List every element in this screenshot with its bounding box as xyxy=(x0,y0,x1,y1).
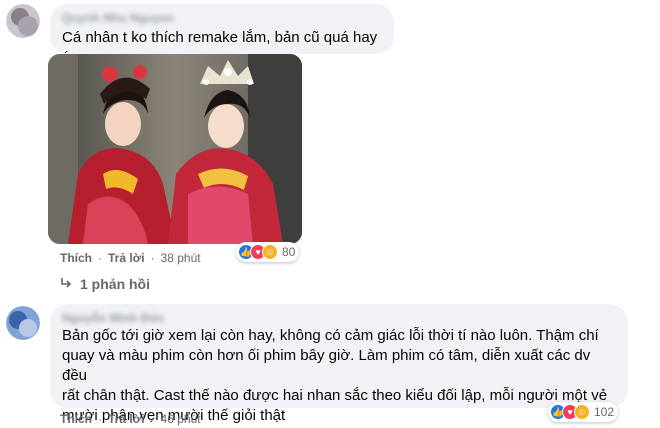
avatar-image xyxy=(6,306,40,340)
separator: · xyxy=(98,412,102,426)
comment-bubble: Quynh Nhu Nguyen Cá nhân t ko thích rema… xyxy=(50,4,394,66)
separator: · xyxy=(150,412,155,426)
avatar[interactable] xyxy=(6,4,40,38)
care-icon: ☺ xyxy=(262,244,278,260)
separator: · xyxy=(98,251,102,265)
reaction-summary[interactable]: 👍 ♥ ☺ 80 xyxy=(236,242,300,262)
comment-author[interactable]: Nguyễn Minh Đức xyxy=(62,311,616,325)
comment-bubble: Nguyễn Minh Đức Bản gốc tới giờ xem lại … xyxy=(50,304,628,424)
reaction-count: 102 xyxy=(594,405,615,419)
reaction-count: 80 xyxy=(282,245,296,259)
like-button[interactable]: Thích xyxy=(60,412,92,426)
avatar-image xyxy=(6,4,40,38)
reply-arrow-icon xyxy=(60,276,72,292)
comment-author[interactable]: Quynh Nhu Nguyen xyxy=(62,11,382,25)
comment-time[interactable]: 38 phút xyxy=(161,251,201,265)
comment-line: rất chân thật. Cast thế nào được hai nha… xyxy=(62,387,608,404)
haha-icon: ☺ xyxy=(574,404,590,420)
comment-time[interactable]: 46 phút xyxy=(161,412,201,426)
reaction-summary[interactable]: 👍 ♥ ☺ 102 xyxy=(548,402,619,422)
avatar[interactable] xyxy=(6,306,40,340)
like-button[interactable]: Thích xyxy=(60,251,92,265)
comment-line: Bản gốc tới giờ xem lại còn hay, không c… xyxy=(62,327,599,344)
replies-label: 1 phản hồi xyxy=(80,276,150,292)
reply-button[interactable]: Trả lời xyxy=(108,412,145,426)
comment-actions: Thích · Trả lời · 46 phút xyxy=(60,412,201,426)
reply-button[interactable]: Trả lời xyxy=(108,251,145,265)
separator: · xyxy=(150,251,155,265)
comment-text: Bản gốc tới giờ xem lại còn hay, không c… xyxy=(62,326,616,426)
comment-photo[interactable] xyxy=(48,54,302,244)
view-replies-button[interactable]: 1 phản hồi xyxy=(60,276,150,292)
comment-actions: Thích · Trả lời · 38 phút xyxy=(60,251,201,265)
photo-image xyxy=(48,54,302,244)
comment-line: quay và màu phim còn hơn ối phim bây giờ… xyxy=(62,347,591,384)
